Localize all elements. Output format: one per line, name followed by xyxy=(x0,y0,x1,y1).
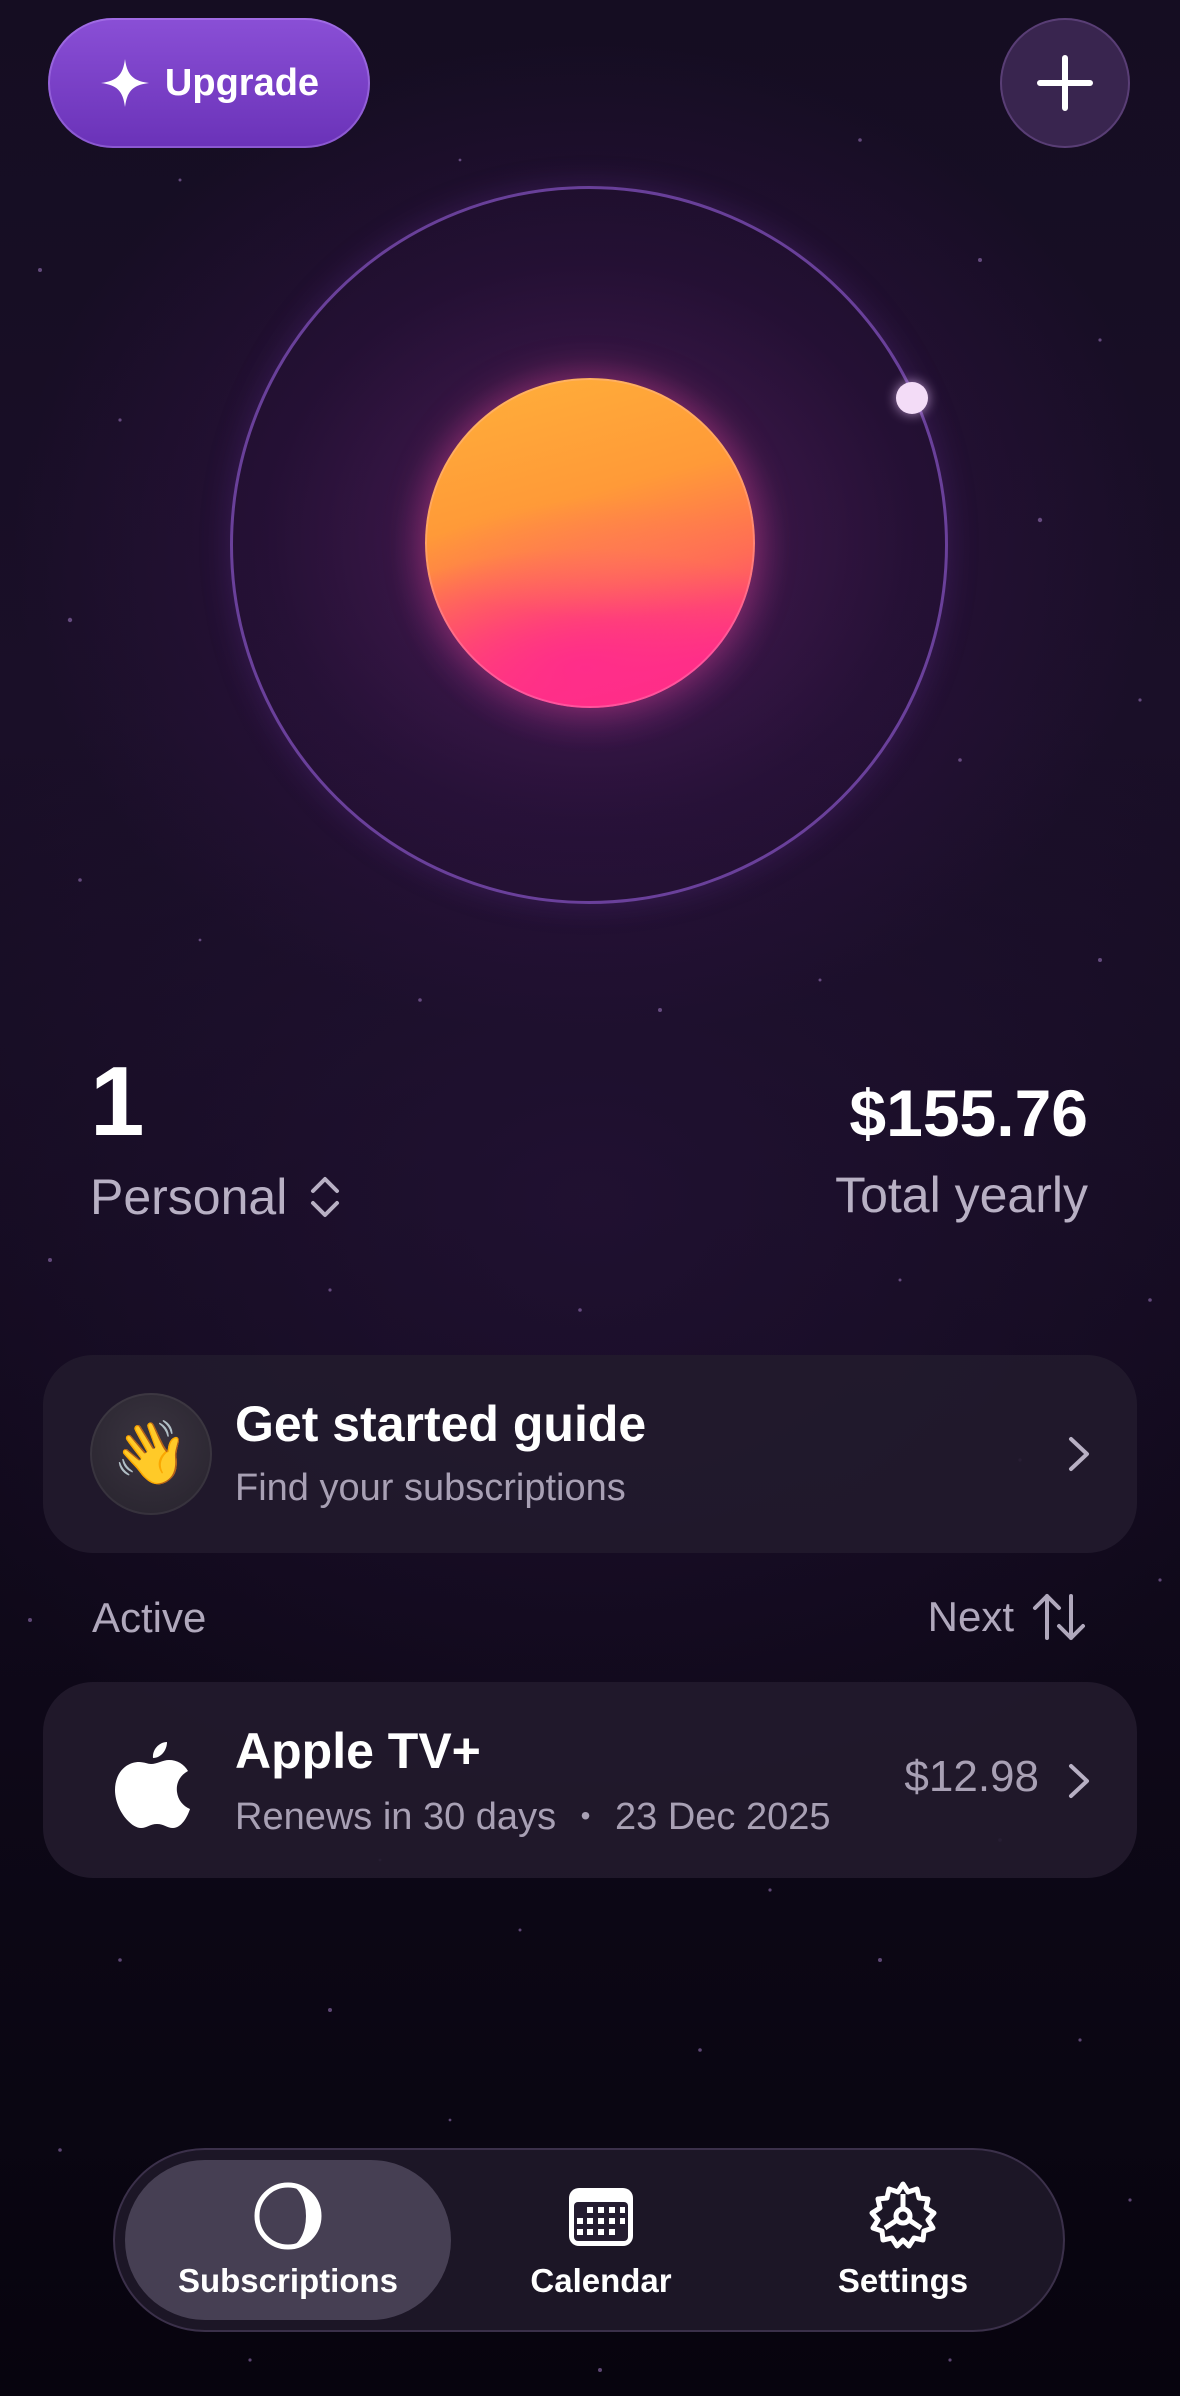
subscription-renewal-line: Renews in 30 days • 23 Dec 2025 xyxy=(235,1796,831,1839)
chevron-right-icon xyxy=(1069,1764,1089,1798)
sort-arrows-icon xyxy=(1033,1594,1085,1640)
total-yearly-label: Total yearly xyxy=(835,1167,1088,1223)
tab-label: Settings xyxy=(837,2262,969,2299)
subscription-name: Apple TV+ xyxy=(235,1723,481,1779)
waving-hand-icon: 👋 xyxy=(90,1393,212,1515)
active-section-label: Active xyxy=(92,1594,207,1641)
add-subscription-button[interactable] xyxy=(1000,18,1130,148)
apple-icon xyxy=(115,1742,190,1828)
total-yearly-value: $155.76 xyxy=(849,1076,1088,1150)
subscription-renewal: Renews in 30 days xyxy=(235,1796,557,1838)
sparkle-icon xyxy=(100,59,149,107)
upgrade-button[interactable]: Upgrade xyxy=(48,18,370,148)
get-started-guide-card[interactable]: 👋 Get started guide Find your subscripti… xyxy=(43,1355,1137,1553)
orbit-moon xyxy=(896,382,928,414)
chevron-up-down-icon xyxy=(311,1177,340,1217)
subscription-row-apple-tv[interactable]: Apple TV+ Renews in 30 days • 23 Dec 202… xyxy=(43,1682,1137,1878)
subscription-renewal-date: 23 Dec 2025 xyxy=(615,1796,831,1838)
upgrade-label: Upgrade xyxy=(164,61,320,104)
profile-switcher[interactable]: Personal xyxy=(90,1168,345,1226)
guide-subtitle: Find your subscriptions xyxy=(235,1467,626,1509)
subscription-count: 1 xyxy=(90,1046,145,1156)
tab-label: Calendar xyxy=(530,2262,672,2299)
subscription-orbit xyxy=(230,186,950,906)
subscriptions-icon xyxy=(254,2182,322,2250)
sort-label: Next xyxy=(927,1593,1014,1640)
subscriptions-screen: Upgrade 1 Personal $155.76 Total yearly … xyxy=(0,0,1180,2396)
bottom-tab-bar: Subscriptions Calendar Settings xyxy=(113,2148,1065,2332)
profile-label: Personal xyxy=(90,1169,288,1225)
tab-subscriptions[interactable]: Subscriptions xyxy=(125,2160,451,2320)
calendar-icon xyxy=(569,2188,633,2246)
sort-button[interactable]: Next xyxy=(928,1590,1088,1644)
subscription-planet[interactable] xyxy=(425,378,755,708)
subscription-price: $12.98 xyxy=(904,1752,1039,1801)
plus-icon xyxy=(1037,55,1093,111)
renewal-separator: • xyxy=(580,1800,591,1831)
tab-calendar[interactable]: Calendar xyxy=(481,2160,721,2320)
guide-title: Get started guide xyxy=(235,1396,647,1452)
tab-label: Subscriptions xyxy=(177,2262,399,2299)
tab-settings[interactable]: Settings xyxy=(773,2160,1033,2320)
chevron-right-icon xyxy=(1069,1437,1089,1471)
gear-icon xyxy=(869,2181,937,2249)
